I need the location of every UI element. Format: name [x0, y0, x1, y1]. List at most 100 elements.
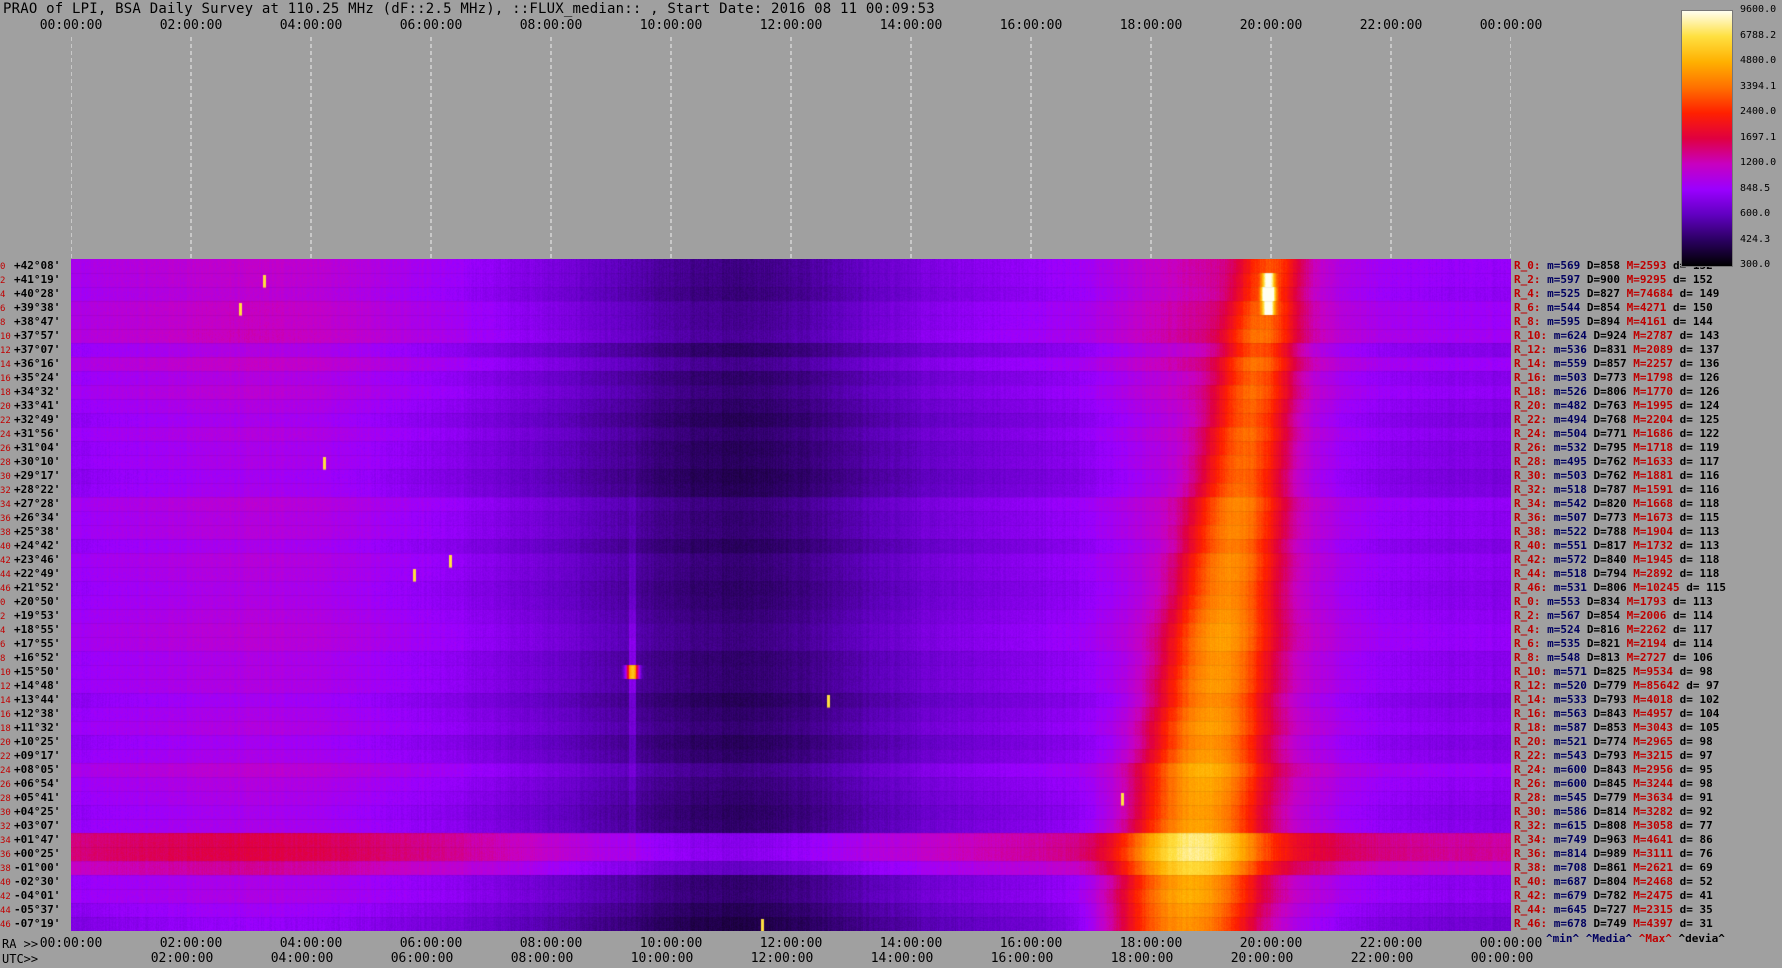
row-stat: R_6: m=544 D=854 M=4271 d= 150 [1514, 301, 1713, 314]
declination-label: 42 -04°01' [0, 889, 70, 904]
row-stat: R_6: m=535 D=821 M=2194 d= 114 [1514, 637, 1713, 650]
row-stat-D: D=779 [1593, 679, 1627, 692]
colorbar-label: 3394.1 [1740, 80, 1777, 92]
row-stat-d: d= 98 [1679, 665, 1713, 678]
row-stat-m: m=749 [1553, 833, 1587, 846]
declination-label: 16 +35°24' [0, 371, 70, 386]
declination-label: 8 +16°52' [0, 651, 70, 666]
row-stat: R_44: m=645 D=727 M=2315 d= 35 [1514, 903, 1713, 916]
declination-value: +15°50' [14, 665, 61, 678]
row-stat: R_14: m=533 D=793 M=4018 d= 102 [1514, 693, 1719, 706]
row-stat-m: m=559 [1553, 357, 1587, 370]
colorbar-label: 4800.0 [1740, 55, 1777, 66]
declination-label: 26 +06°54' [0, 777, 70, 792]
row-stat-r: R_18: [1514, 385, 1548, 398]
row-stat-m: m=595 [1547, 315, 1581, 328]
declination-value: +41°19' [14, 273, 61, 286]
row-stat-m: m=572 [1553, 553, 1587, 566]
row-stat-D: D=774 [1593, 735, 1627, 748]
row-stat: R_40: m=551 D=817 M=1732 d= 113 [1514, 539, 1719, 552]
declination-value: +14°48' [14, 679, 61, 692]
declination-label: 12 +37°07' [0, 343, 70, 358]
row-stat-m: m=548 [1547, 651, 1581, 664]
row-stat-r: R_2: [1514, 273, 1541, 286]
row-stat-m: m=645 [1553, 903, 1587, 916]
row-stat: R_26: m=600 D=845 M=3244 d= 98 [1514, 777, 1713, 790]
row-stat-r: R_18: [1514, 721, 1548, 734]
declination-value: +37°07' [14, 343, 61, 356]
ra-time-tick: 10:00:00 [639, 936, 703, 951]
row-stat-D: D=834 [1586, 595, 1620, 608]
row-stat-r: R_42: [1514, 889, 1548, 902]
row-stat-d: d= 52 [1679, 875, 1713, 888]
row-stat: R_32: m=615 D=808 M=3058 d= 77 [1514, 819, 1713, 832]
declination-label: 10 +37°57' [0, 329, 70, 344]
row-stat-r: R_16: [1514, 371, 1548, 384]
row-stat-D: D=843 [1593, 707, 1627, 720]
row-stat-r: R_0: [1514, 259, 1541, 272]
top-time-tick: 00:00:00 [39, 18, 103, 33]
row-stat-m: m=526 [1553, 385, 1587, 398]
row-stat-D: D=779 [1593, 791, 1627, 804]
row-stat-d: d= 97 [1686, 679, 1720, 692]
row-stat-D: D=763 [1593, 399, 1627, 412]
row-stat-r: R_0: [1514, 595, 1541, 608]
declination-label: 6 +17°55' [0, 637, 70, 652]
row-stat-d: d= 113 [1679, 525, 1720, 538]
declination-value: +31°04' [14, 441, 61, 454]
declination-label: 18 +34°32' [0, 385, 70, 400]
declination-label: 10 +15°50' [0, 665, 70, 680]
row-stat-D: D=773 [1593, 371, 1627, 384]
row-stat-m: m=600 [1553, 763, 1587, 776]
row-stat: R_14: m=559 D=857 M=2257 d= 136 [1514, 357, 1719, 370]
row-stat-D: D=768 [1593, 413, 1627, 426]
row-stat-d: d= 143 [1679, 329, 1720, 342]
colorbar-label: 424.3 [1740, 233, 1771, 245]
row-stat: R_18: m=526 D=806 M=1770 d= 126 [1514, 385, 1719, 398]
row-stat-d: d= 125 [1679, 413, 1720, 426]
ra-axis-label: RA >> [2, 937, 39, 951]
row-stat-M: M=2468 [1633, 875, 1673, 888]
declination-value: +16°52' [14, 651, 61, 664]
row-stat: R_24: m=600 D=843 M=2956 d= 95 [1514, 763, 1713, 776]
colorbar-label: 9600.0 [1740, 4, 1777, 15]
row-stat-M: M=85642 [1633, 679, 1680, 692]
row-stat-m: m=708 [1553, 861, 1587, 874]
declination-label: 4 +18°55' [0, 623, 70, 638]
row-stat-d: d= 116 [1679, 469, 1720, 482]
declination-value: +10°25' [14, 735, 61, 748]
row-stat-D: D=762 [1593, 455, 1627, 468]
row-stat-d: d= 137 [1679, 343, 1720, 356]
row-stat-D: D=808 [1593, 819, 1627, 832]
row-stat-M: M=3634 [1633, 791, 1673, 804]
row-stat-r: R_34: [1514, 497, 1548, 510]
declination-label: 22 +09°17' [0, 749, 70, 764]
declination-value: +35°24' [14, 371, 61, 384]
declination-label: 28 +05°41' [0, 791, 70, 806]
row-stat-m: m=542 [1553, 497, 1587, 510]
row-stat-r: R_16: [1514, 707, 1548, 720]
row-stat-d: d= 119 [1679, 441, 1720, 454]
utc-time-tick: 14:00:00 [870, 951, 934, 966]
declination-label: 38 -01°00' [0, 861, 70, 876]
top-time-tick: 04:00:00 [279, 18, 343, 33]
declination-label: 0 +42°08' [0, 259, 70, 274]
row-stat: R_4: m=525 D=827 M=74684 d= 149 [1514, 287, 1719, 300]
row-stat-D: D=963 [1593, 833, 1627, 846]
row-stat-d: d= 95 [1679, 763, 1713, 776]
row-stat: R_36: m=507 D=773 M=1673 d= 115 [1514, 511, 1719, 524]
stat-header-max: ^Max^ [1638, 932, 1672, 945]
heatmap-canvas [71, 259, 1511, 931]
declination-label: 2 +41°19' [0, 273, 70, 288]
row-stat-r: R_28: [1514, 791, 1548, 804]
row-stat: R_20: m=521 D=774 M=2965 d= 98 [1514, 735, 1713, 748]
ra-time-tick: 00:00:00 [1479, 936, 1543, 951]
row-stat-M: M=9295 [1626, 273, 1667, 286]
declination-value: +00°25' [14, 847, 61, 860]
row-stat-m: m=545 [1553, 791, 1587, 804]
row-stat: R_4: m=524 D=816 M=2262 d= 117 [1514, 623, 1713, 636]
row-stat-r: R_12: [1514, 343, 1548, 356]
declination-value: +37°57' [14, 329, 61, 342]
row-stat: R_38: m=708 D=861 M=2621 d= 69 [1514, 861, 1713, 874]
top-time-tick: 10:00:00 [639, 18, 703, 33]
